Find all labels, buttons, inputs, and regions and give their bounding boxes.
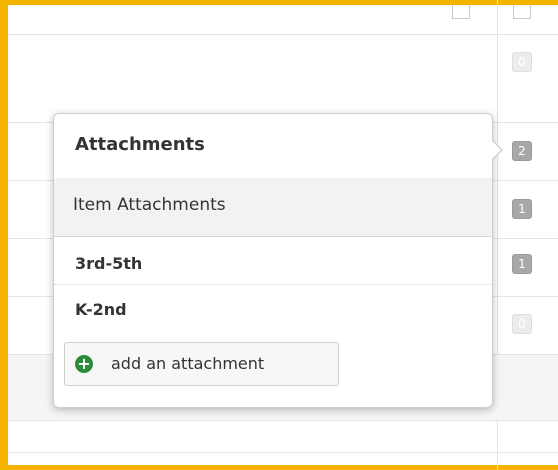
- attachment-item-3rd-5th[interactable]: 3rd-5th: [75, 254, 142, 273]
- attachment-count-badge[interactable]: 1: [512, 199, 532, 219]
- header-checkbox[interactable]: [452, 5, 470, 19]
- attachments-popover: Attachments Item Attachments 3rd-5th K-2…: [53, 113, 493, 408]
- plus-circle-icon: +: [75, 355, 93, 373]
- popover-divider: [54, 236, 492, 237]
- attachment-count-badge[interactable]: 2: [512, 141, 532, 161]
- add-attachment-label: add an attachment: [111, 354, 265, 373]
- row-divider: [8, 420, 558, 421]
- header-checkbox-2[interactable]: [513, 5, 531, 19]
- item-divider: [54, 284, 492, 285]
- attachment-count-badge[interactable]: 1: [512, 254, 532, 274]
- section-label: Item Attachments: [73, 195, 226, 215]
- attachment-count-badge[interactable]: 0: [512, 314, 532, 334]
- attachment-item-k-2nd[interactable]: K-2nd: [75, 300, 127, 319]
- popover-arrow-fill: [492, 141, 501, 159]
- popover-title: Attachments: [75, 134, 205, 155]
- attachment-count-badge[interactable]: 0: [512, 52, 532, 72]
- add-attachment-button[interactable]: + add an attachment: [64, 342, 339, 386]
- row-divider: [8, 452, 558, 453]
- row-divider: [8, 34, 558, 35]
